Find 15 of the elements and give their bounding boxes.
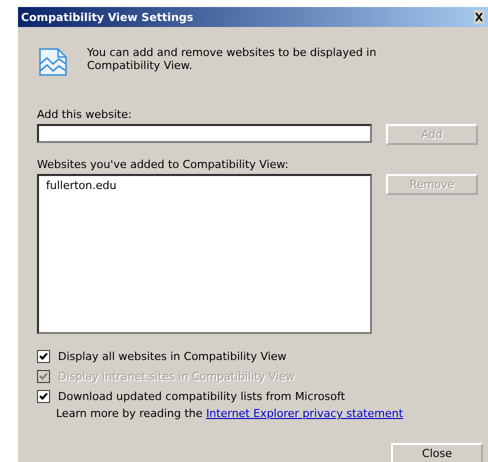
checkbox[interactable] <box>37 350 50 362</box>
privacy-text: Learn more by reading the Internet Explorer privacy statement <box>56 407 404 420</box>
list-item[interactable]: fullerton.edu <box>46 179 116 192</box>
intro-text: You can add and remove websites to be displayed in Compatibility View. <box>87 46 378 72</box>
field-label: Add this website: <box>37 108 133 121</box>
checkbox-label: Display all websites in Compatibility View <box>58 350 287 362</box>
checkbox[interactable] <box>37 390 50 402</box>
window-title: Compatibility View Settings <box>21 10 194 24</box>
privacy-link[interactable]: Internet Explorer privacy statement <box>206 407 404 420</box>
close-icon[interactable] <box>474 10 484 24</box>
checkbox-label: Download updated compatibility lists from Microsoft <box>58 390 346 402</box>
list-label: Websites you've added to Compatibility View: <box>37 158 290 171</box>
website-field[interactable] <box>37 124 372 143</box>
document-icon <box>37 46 69 78</box>
close-button[interactable]: Close <box>391 443 483 462</box>
